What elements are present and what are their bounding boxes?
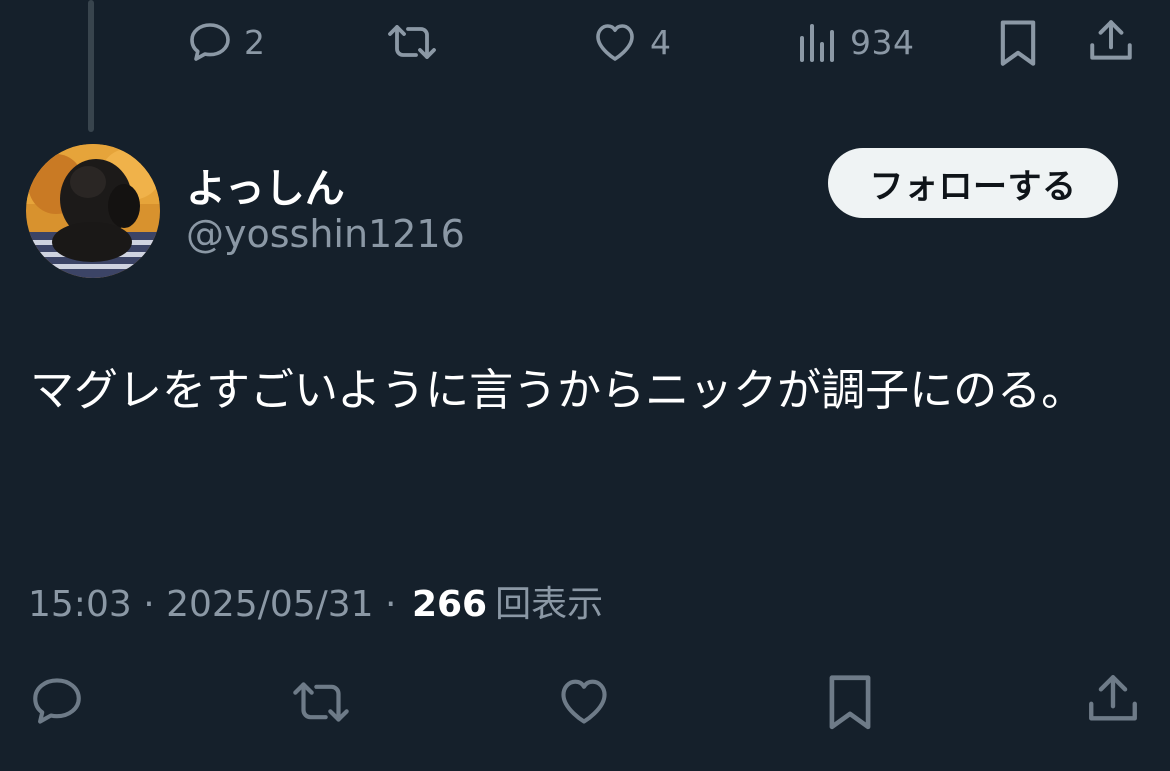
bookmark-button[interactable] [824, 670, 876, 732]
share-action[interactable] [1086, 16, 1136, 66]
reply-button[interactable] [28, 672, 86, 730]
retweet-icon [293, 682, 349, 722]
tweet-views-count: 266 [411, 584, 488, 625]
share-icon [1090, 20, 1132, 60]
views-action[interactable]: 934 [796, 18, 915, 66]
tweet-date[interactable]: 2025/05/31 [166, 584, 374, 625]
like-action[interactable]: 4 [590, 18, 672, 66]
meta-separator: · [131, 584, 167, 625]
views-count: 934 [850, 22, 915, 62]
bookmark-action[interactable] [996, 16, 1040, 68]
like-icon [561, 679, 607, 724]
share-button[interactable] [1084, 670, 1142, 728]
retweet-action[interactable] [384, 18, 440, 66]
follow-button[interactable]: フォローする [828, 148, 1118, 218]
reply-icon [190, 23, 230, 61]
tweet-time[interactable]: 15:03 [28, 584, 132, 625]
tweet-text: マグレをすごいように言うからニックが調子にのる。 [30, 365, 1086, 416]
tweet-views-label: 回表示 [495, 584, 604, 625]
like-count: 4 [650, 22, 672, 62]
display-name[interactable]: よっしん [186, 156, 345, 214]
share-icon [1089, 675, 1137, 721]
tweet-meta: 15:03 · 2025/05/31 · 266 回表示 [28, 575, 603, 627]
retweet-icon [388, 25, 436, 59]
reply-action[interactable]: 2 [186, 18, 266, 66]
thread-connector-line [88, 0, 94, 132]
retweet-button[interactable] [288, 674, 354, 730]
handle[interactable]: @yosshin1216 [186, 212, 465, 256]
bookmark-icon [1000, 20, 1036, 66]
views-icon [800, 24, 834, 62]
meta-separator: · [373, 584, 408, 625]
like-icon [596, 24, 634, 61]
bookmark-icon [829, 675, 871, 730]
reply-count: 2 [244, 22, 266, 62]
like-button[interactable] [554, 672, 614, 730]
reply-icon [33, 678, 81, 724]
avatar[interactable] [26, 144, 160, 278]
avatar-image [26, 144, 160, 278]
